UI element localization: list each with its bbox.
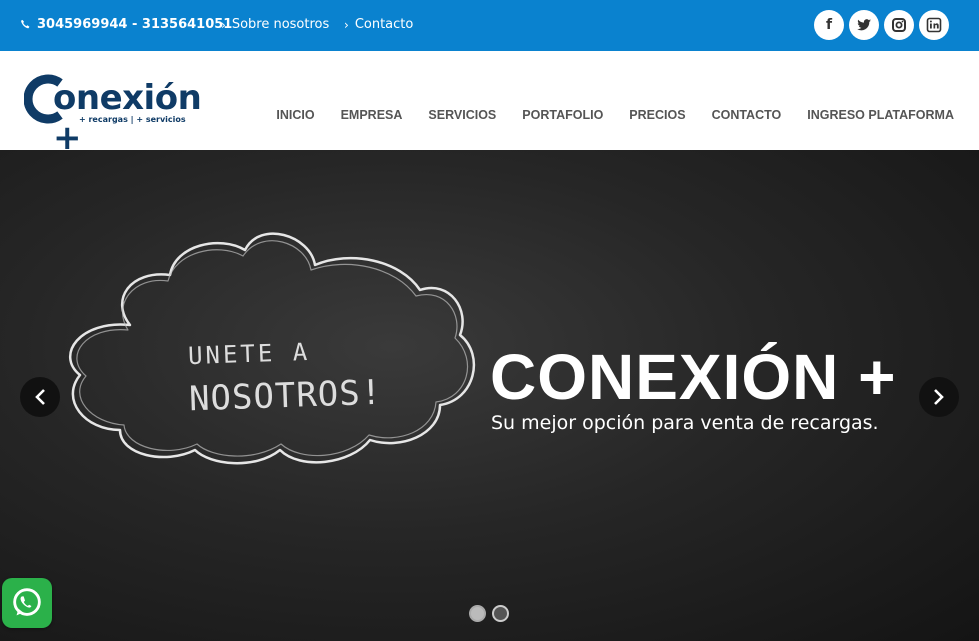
chevron-left-icon <box>35 389 45 405</box>
chevron-right-icon: › <box>344 17 349 32</box>
nav-empresa[interactable]: EMPRESA <box>341 108 403 122</box>
facebook-icon[interactable]: f <box>814 10 844 40</box>
nav-servicios[interactable]: SERVICIOS <box>428 108 496 122</box>
hero-title: CONEXIÓN + <box>490 341 897 413</box>
site-logo[interactable]: onexión + + recargas | + servicios <box>24 74 214 158</box>
slider-next-button[interactable] <box>919 377 959 417</box>
top-bar: 3045969944 - 3135641051 › Sobre nosotros… <box>0 0 979 51</box>
chevron-right-icon: › <box>221 17 226 32</box>
whatsapp-button[interactable] <box>2 578 52 628</box>
chevron-right-icon <box>934 389 944 405</box>
slider-dot-1[interactable] <box>469 605 486 622</box>
nav-portafolio[interactable]: PORTAFOLIO <box>522 108 603 122</box>
slider-pagination <box>469 605 509 622</box>
nav-precios[interactable]: PRECIOS <box>629 108 685 122</box>
logo-tagline: + recargas | + servicios <box>79 115 186 124</box>
contacto-top-link[interactable]: › Contacto <box>344 17 413 32</box>
social-links: f <box>814 10 949 40</box>
sobre-nosotros-label: Sobre nosotros <box>231 17 330 32</box>
hero-subtitle: Su mejor opción para venta de recargas. <box>491 412 879 434</box>
twitter-icon[interactable] <box>849 10 879 40</box>
main-nav: INICIO EMPRESA SERVICIOS PORTAFOLIO PREC… <box>276 108 954 122</box>
nav-inicio[interactable]: INICIO <box>276 108 314 122</box>
main-header: onexión + + recargas | + servicios INICI… <box>0 51 979 158</box>
hero-slider: UNETE A NOSOTROS! CONEXIÓN + Su mejor op… <box>0 150 979 641</box>
sobre-nosotros-link[interactable]: › Sobre nosotros <box>221 17 329 32</box>
linkedin-icon[interactable] <box>919 10 949 40</box>
phone-contact: 3045969944 - 3135641051 <box>20 17 232 32</box>
slider-prev-button[interactable] <box>20 377 60 417</box>
instagram-icon[interactable] <box>884 10 914 40</box>
whatsapp-icon <box>13 588 41 616</box>
cloud-text-line2: NOSOTROS! <box>188 372 383 420</box>
facebook-glyph: f <box>825 17 833 33</box>
contacto-top-label: Contacto <box>354 17 414 32</box>
slider-dot-2[interactable] <box>492 605 509 622</box>
nav-ingreso-plataforma[interactable]: INGRESO PLATAFORMA <box>807 108 954 122</box>
nav-contacto[interactable]: CONTACTO <box>712 108 782 122</box>
cloud-text-line1: UNETE A <box>187 337 311 371</box>
phone-numbers: 3045969944 - 3135641051 <box>37 17 233 32</box>
phone-icon <box>20 19 30 29</box>
